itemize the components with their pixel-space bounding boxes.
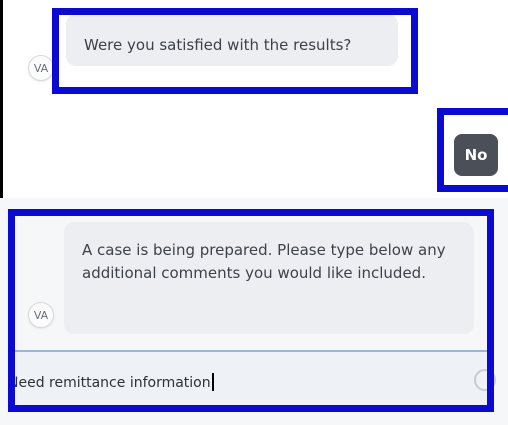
chat-window: VA Were you satisfied with the results? … (0, 0, 508, 425)
send-icon[interactable] (474, 369, 496, 391)
bot-message-text: Were you satisfied with the results? (84, 36, 352, 54)
va-avatar: VA (28, 55, 54, 81)
message-input-field[interactable]: Need remittance information (8, 350, 488, 410)
message-input-text[interactable]: Need remittance information (8, 373, 214, 391)
bot-message-text: A case is being prepared. Please type be… (82, 241, 446, 282)
message-input-value: Need remittance information (8, 375, 211, 391)
va-avatar: VA (28, 302, 54, 328)
bot-message-bubble: A case is being prepared. Please type be… (64, 222, 474, 334)
bot-message-bubble: Were you satisfied with the results? (66, 14, 398, 66)
text-cursor (211, 373, 214, 391)
user-reply-no[interactable]: No (454, 134, 498, 176)
